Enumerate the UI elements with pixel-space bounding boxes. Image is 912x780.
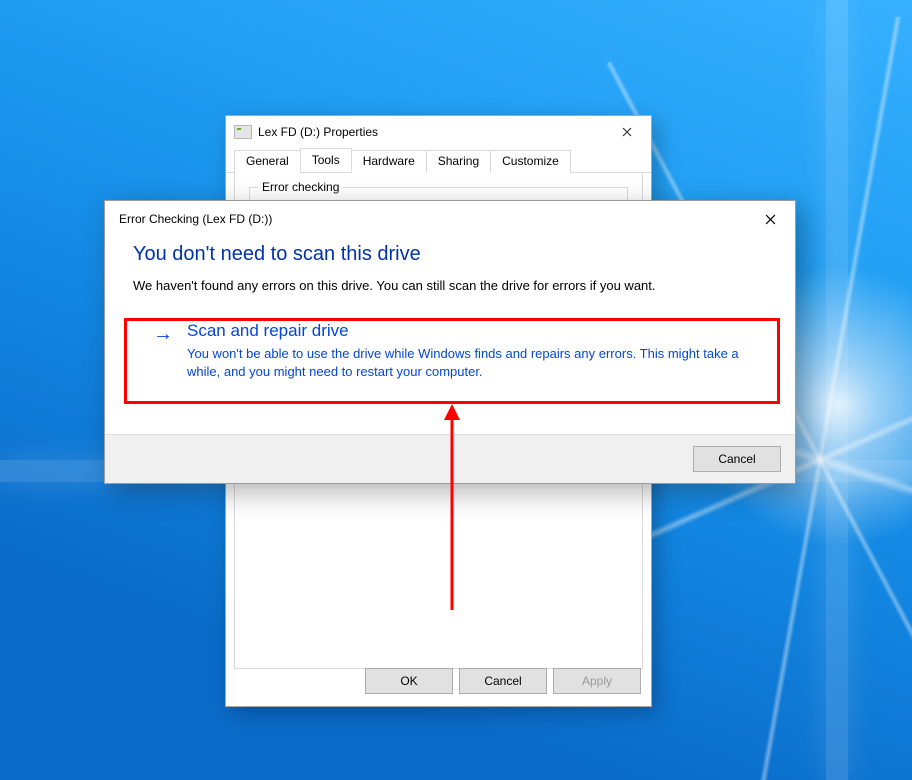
tab-hardware[interactable]: Hardware: [351, 150, 427, 174]
scan-and-repair-option[interactable]: → Scan and repair drive You won't be abl…: [133, 311, 767, 393]
error-checking-dialog: Error Checking (Lex FD (D:)) You don't n…: [104, 200, 796, 484]
arrow-right-icon: →: [153, 323, 173, 345]
tab-tools[interactable]: Tools: [300, 148, 352, 172]
properties-titlebar[interactable]: Lex FD (D:) Properties: [226, 116, 651, 148]
drive-icon: [234, 125, 252, 139]
error-checking-cancel-button[interactable]: Cancel: [693, 446, 781, 472]
error-checking-titlebar[interactable]: Error Checking (Lex FD (D:)): [105, 201, 795, 237]
scan-and-repair-desc: You won't be able to use the drive while…: [187, 345, 757, 381]
desktop-background: Lex FD (D:) Properties General Tools Har…: [0, 0, 912, 780]
properties-title: Lex FD (D:) Properties: [258, 125, 605, 139]
scan-and-repair-title: Scan and repair drive: [187, 321, 757, 341]
tab-general[interactable]: General: [234, 150, 301, 174]
properties-close-button[interactable]: [605, 117, 649, 147]
error-checking-group-label: Error checking: [258, 180, 343, 194]
tab-customize[interactable]: Customize: [490, 150, 571, 174]
error-checking-body: You don't need to scan this drive We hav…: [105, 237, 795, 393]
properties-tabs: General Tools Hardware Sharing Customize: [226, 148, 651, 173]
properties-apply-button: Apply: [553, 668, 641, 694]
error-checking-heading: You don't need to scan this drive: [133, 243, 767, 266]
error-checking-subtext: We haven't found any errors on this driv…: [133, 278, 767, 293]
close-icon: [622, 127, 632, 137]
error-checking-footer: Cancel: [105, 434, 795, 483]
tab-sharing[interactable]: Sharing: [426, 150, 491, 174]
close-icon: [765, 214, 776, 225]
properties-ok-button[interactable]: OK: [365, 668, 453, 694]
properties-cancel-button[interactable]: Cancel: [459, 668, 547, 694]
properties-button-row: OK Cancel Apply: [365, 668, 641, 694]
error-checking-close-button[interactable]: [747, 204, 793, 234]
error-checking-title: Error Checking (Lex FD (D:)): [119, 212, 747, 226]
